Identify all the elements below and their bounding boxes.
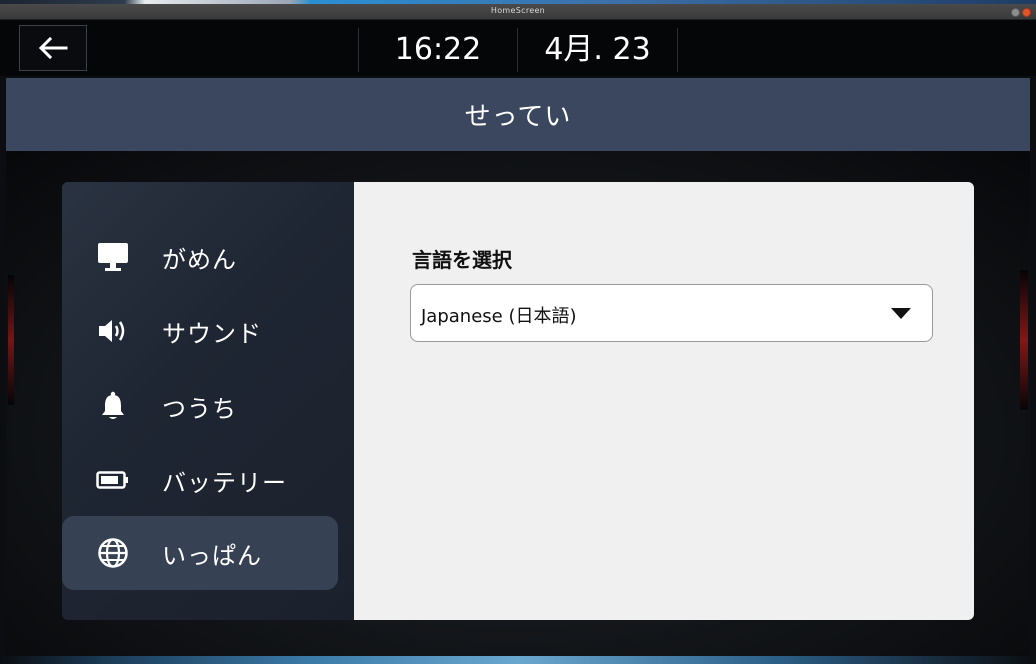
sidebar-item-label: つうち <box>162 394 237 423</box>
sidebar-item-general[interactable]: いっぱん <box>62 516 338 590</box>
sidebar-item-display[interactable]: がめん <box>62 220 338 294</box>
clock-time: 16:22 <box>394 32 482 67</box>
window-titlebar: HomeScreen <box>0 4 1036 20</box>
window-title: HomeScreen <box>490 6 546 15</box>
sidebar-item-label: サウンド <box>162 319 262 348</box>
monitor-icon <box>96 240 130 274</box>
wallpaper-strip-bottom <box>0 656 1036 664</box>
language-select[interactable]: Japanese (日本語) <box>410 284 933 342</box>
bell-icon <box>96 389 130 423</box>
sidebar-item-label: バッテリー <box>162 468 287 497</box>
back-button[interactable] <box>19 25 87 71</box>
page-header: せってい <box>6 78 1030 151</box>
minimize-button[interactable] <box>1011 8 1020 17</box>
status-divider <box>677 28 678 72</box>
background-glow <box>8 275 14 405</box>
status-bar: 16:22 4月. 23 <box>0 20 1036 76</box>
background-glow <box>1020 270 1028 410</box>
clock-date: 4月. 23 <box>544 32 651 67</box>
page-title: せってい <box>464 102 572 132</box>
arrow-left-icon <box>38 37 68 59</box>
sidebar-item-sound[interactable]: サウンド <box>62 294 338 368</box>
sidebar-item-label: いっぱん <box>162 541 262 570</box>
speaker-icon <box>96 314 130 348</box>
language-select-value: Japanese (日本語) <box>421 306 577 327</box>
battery-icon <box>96 463 130 497</box>
language-section-label: 言語を選択 <box>412 248 512 272</box>
close-button[interactable] <box>1022 8 1031 17</box>
sidebar-item-label: がめん <box>162 245 237 274</box>
settings-sidebar: がめん サウンド つうち バッテリー いっぱん <box>62 182 354 620</box>
globe-icon <box>96 536 130 570</box>
settings-content-panel: 言語を選択 Japanese (日本語) <box>354 182 974 620</box>
caret-down-icon <box>891 308 911 319</box>
sidebar-item-notifications[interactable]: つうち <box>62 369 338 443</box>
sidebar-item-battery[interactable]: バッテリー <box>62 443 338 517</box>
